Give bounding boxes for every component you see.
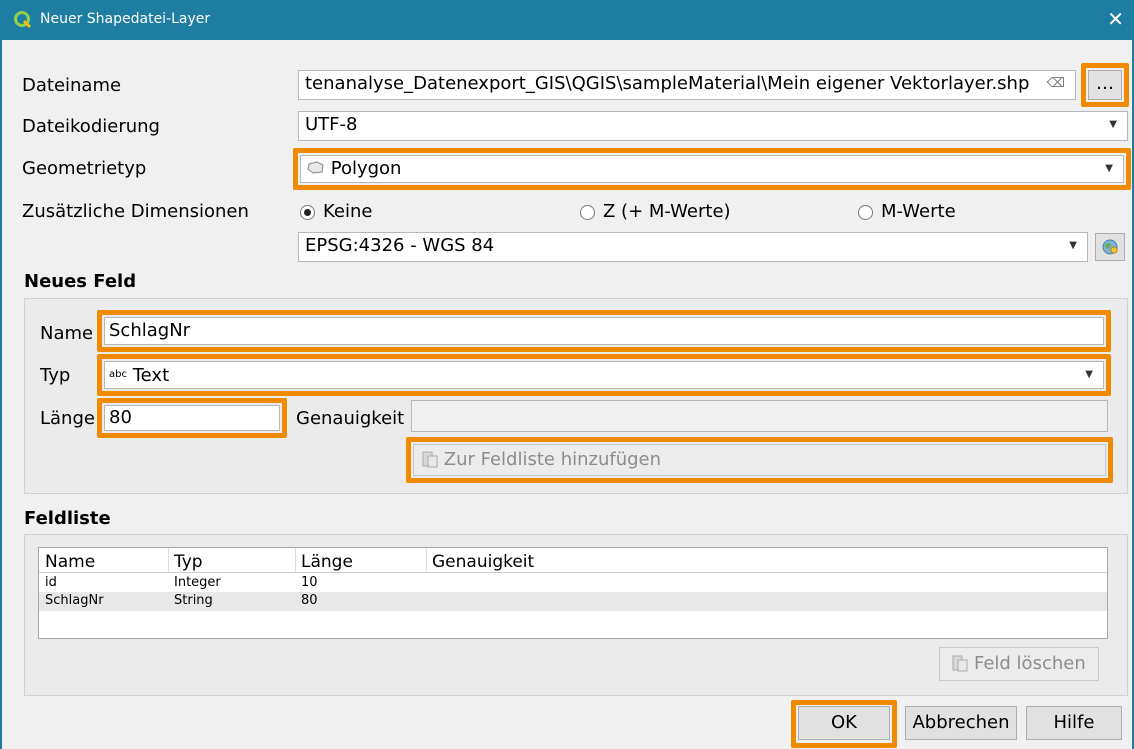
column-divider	[295, 548, 296, 572]
radio-icon	[858, 204, 873, 220]
name-label: Name	[40, 323, 94, 344]
column-header-laenge[interactable]: Länge	[301, 552, 353, 572]
column-header-typ[interactable]: Typ	[174, 552, 203, 572]
encoding-value: UTF-8	[305, 114, 358, 135]
field-precision-input[interactable]	[411, 400, 1108, 432]
field-name-input[interactable]: SchlagNr	[104, 317, 1104, 345]
cell-laenge: 80	[301, 593, 318, 608]
encoding-select[interactable]: UTF-8 ▼	[298, 111, 1128, 141]
encoding-label: Dateikodierung	[22, 116, 160, 137]
clear-icon[interactable]: ⌫	[1047, 71, 1065, 97]
delete-field-label: Feld löschen	[973, 653, 1086, 674]
cell-name: SchlagNr	[45, 593, 104, 608]
radio-z-label: Z (+ M-Werte)	[603, 201, 731, 222]
window-border-left	[0, 40, 2, 749]
geometry-label: Geometrietyp	[22, 158, 147, 179]
crs-picker-button[interactable]	[1095, 233, 1125, 261]
radio-m-label: M-Werte	[881, 201, 956, 222]
chevron-down-icon: ▼	[1109, 119, 1117, 130]
ok-button[interactable]: OK	[798, 706, 890, 740]
text-type-icon: abc	[109, 369, 127, 380]
field-type-value: Text	[132, 365, 170, 386]
cell-typ: Integer	[174, 575, 221, 590]
radio-m[interactable]: M-Werte	[858, 201, 956, 223]
dateiname-input[interactable]: tenanalyse_Datenexport_GIS\QGIS\sampleMa…	[298, 70, 1076, 100]
radio-selected-icon	[300, 204, 315, 220]
cell-laenge: 10	[301, 575, 318, 590]
field-length-input[interactable]: 80	[104, 405, 280, 431]
radio-z[interactable]: Z (+ M-Werte)	[580, 201, 731, 223]
column-divider	[426, 548, 427, 572]
close-icon[interactable]: ✕	[1107, 7, 1124, 31]
add-field-label: Zur Feldliste hinzufügen	[443, 449, 662, 470]
help-button[interactable]: Hilfe	[1026, 706, 1122, 740]
table-row[interactable]: SchlagNr String 80	[39, 592, 1107, 611]
cell-name: id	[45, 575, 57, 590]
radio-keine-label: Keine	[323, 201, 373, 222]
field-list-table[interactable]: Name Typ Länge Genauigkeit id Integer 10…	[38, 547, 1108, 639]
column-header-name[interactable]: Name	[45, 552, 95, 572]
crs-value: EPSG:4326 - WGS 84	[305, 235, 495, 256]
neues-feld-heading: Neues Feld	[24, 271, 137, 292]
geometry-select[interactable]: Polygon ▼	[300, 155, 1124, 183]
table-row[interactable]: id Integer 10	[39, 574, 1107, 592]
laenge-label: Länge	[40, 408, 95, 429]
table-header: Name Typ Länge Genauigkeit	[39, 548, 1107, 573]
geometry-value: Polygon	[330, 158, 402, 179]
field-type-select[interactable]: abc Text ▼	[104, 361, 1104, 389]
radio-icon	[580, 204, 595, 220]
window-title: Neuer Shapedatei-Layer	[40, 11, 211, 27]
add-field-button[interactable]: Zur Feldliste hinzufügen	[413, 444, 1106, 476]
dateiname-label: Dateiname	[22, 75, 122, 96]
chevron-down-icon: ▼	[1085, 369, 1093, 380]
dimensions-label: Zusätzliche Dimensionen	[22, 201, 249, 222]
cancel-button[interactable]: Abbrechen	[905, 706, 1017, 740]
genauigkeit-label: Genauigkeit	[296, 408, 405, 429]
dateiname-value: tenanalyse_Datenexport_GIS\QGIS\sampleMa…	[305, 73, 1030, 94]
chevron-down-icon: ▼	[1105, 163, 1113, 174]
add-field-icon	[422, 451, 438, 468]
browse-button[interactable]: …	[1088, 70, 1122, 100]
column-divider	[168, 548, 169, 572]
delete-field-icon	[952, 655, 968, 672]
title-bar: Neuer Shapedatei-Layer ✕	[0, 0, 1134, 40]
radio-keine[interactable]: Keine	[300, 201, 372, 223]
feldliste-heading: Feldliste	[24, 508, 111, 529]
cell-typ: String	[174, 593, 213, 608]
delete-field-button[interactable]: Feld löschen	[939, 647, 1099, 681]
typ-label: Typ	[40, 365, 71, 386]
globe-icon	[1102, 239, 1118, 255]
column-header-genauigkeit[interactable]: Genauigkeit	[432, 552, 534, 572]
crs-select[interactable]: EPSG:4326 - WGS 84 ▼	[298, 232, 1088, 262]
polygon-icon	[307, 161, 324, 174]
chevron-down-icon: ▼	[1069, 240, 1077, 251]
qgis-logo-icon	[14, 11, 32, 29]
